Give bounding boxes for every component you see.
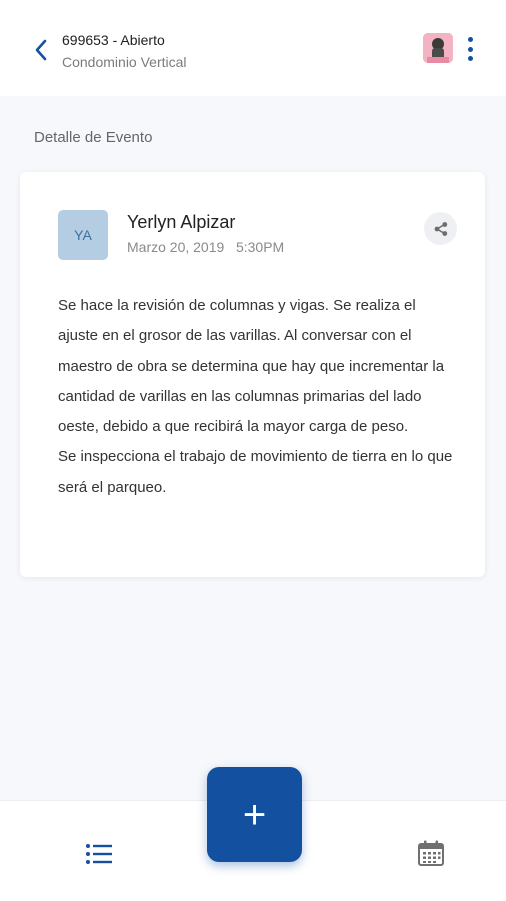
- user-avatar[interactable]: [423, 33, 453, 63]
- add-event-button[interactable]: +: [207, 767, 302, 862]
- author-name: Yerlyn Alpizar: [127, 212, 236, 232]
- share-icon: [434, 221, 447, 236]
- event-paragraph: Se hace la revisión de columnas y vigas.…: [58, 297, 445, 436]
- section-title: Detalle de Evento: [34, 129, 153, 146]
- nav-list-button[interactable]: [84, 840, 114, 868]
- list-icon: [86, 844, 112, 864]
- nav-calendar-button[interactable]: [416, 838, 446, 868]
- event-date: Marzo 20, 2019 5:30PM: [127, 239, 285, 255]
- event-description: Se hace la revisión de columnas y vigas.…: [58, 291, 453, 503]
- plus-icon: +: [242, 792, 267, 837]
- back-button[interactable]: [26, 34, 56, 66]
- project-subtitle: Condominio Vertical: [62, 54, 187, 70]
- share-button[interactable]: [424, 212, 457, 245]
- event-paragraph: Se inspecciona el trabajo de movimiento …: [58, 448, 453, 496]
- event-card: YA Yerlyn Alpizar Marzo 20, 2019 5:30PM …: [20, 172, 485, 577]
- author-avatar: YA: [58, 210, 108, 260]
- app-bar: 699653 - Abierto Condominio Vertical: [0, 0, 506, 96]
- title-block: 699653 - Abierto Condominio Vertical: [62, 31, 187, 73]
- project-title: 699653 - Abierto: [62, 32, 165, 48]
- more-vert-icon[interactable]: [461, 35, 479, 63]
- calendar-icon: [418, 840, 444, 866]
- chevron-left-icon: [35, 39, 47, 61]
- user-photo: [423, 33, 453, 63]
